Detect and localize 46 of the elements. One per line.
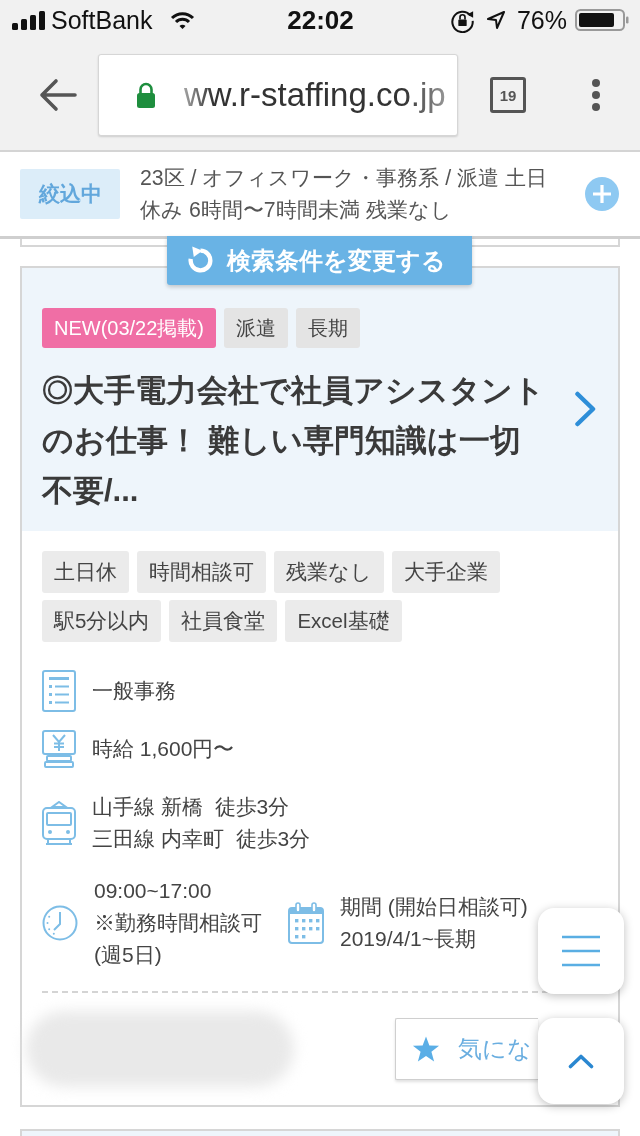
signal-icon	[12, 10, 45, 30]
caret-up-icon	[568, 1053, 594, 1069]
yen-icon	[42, 730, 76, 768]
feature-tag: 時間相談可	[137, 551, 266, 593]
feature-tag: 土日休	[42, 551, 129, 593]
lock-icon	[136, 82, 156, 108]
job-type-text: 一般事務	[92, 678, 176, 704]
feature-tag: 残業なし	[274, 551, 384, 593]
clock-time: 22:02	[287, 4, 354, 36]
calendar-icon	[288, 902, 324, 944]
access-line: 山手線 新橋 徒歩3分	[92, 794, 291, 820]
wage-text: 時給 1,600円〜	[92, 736, 235, 762]
period-line: 2019/4/1~長期	[340, 926, 477, 952]
hours-line: ※勤務時間相談可	[94, 910, 262, 936]
menu-icon	[561, 935, 601, 967]
add-icon[interactable]	[585, 177, 619, 211]
clock-icon	[42, 905, 78, 941]
hours-line: 09:00~17:00	[94, 878, 213, 904]
filter-chip: 絞込中	[20, 169, 120, 219]
battery-icon	[575, 9, 629, 31]
refresh-icon	[186, 246, 215, 275]
job-title: ◎大手電力会社で社員アシスタントのお仕事！ 難しい専門知識は一切不要/...	[42, 372, 546, 510]
menu-button[interactable]	[538, 908, 624, 994]
chevron-right-icon[interactable]	[574, 391, 597, 427]
new-badge: NEW(03/22掲載)	[42, 308, 217, 348]
wifi-icon	[170, 11, 196, 29]
location-icon	[486, 11, 505, 29]
category-badge: 派遣	[224, 308, 289, 348]
feature-tag: 大手企業	[392, 551, 500, 593]
feature-tag: 社員食堂	[169, 600, 278, 642]
carrier-name: SoftBank	[51, 5, 153, 35]
url-field[interactable]: ww.r-staffing.co.jp	[98, 54, 458, 136]
back-arrow-icon[interactable]	[37, 78, 77, 112]
more-icon[interactable]	[592, 79, 600, 111]
feature-tag: 駅5分以内	[42, 600, 162, 642]
star-icon	[412, 1035, 440, 1063]
list-icon	[42, 670, 76, 712]
access-line: 三田線 内幸町 徒歩3分	[92, 826, 311, 852]
feature-tag: Excel基礎	[285, 600, 402, 642]
period-line: 期間 (開始日相談可)	[340, 894, 528, 920]
category-badge: 長期	[296, 308, 361, 348]
tabs-button[interactable]: 19	[490, 77, 526, 113]
hours-line: (週5日)	[94, 942, 163, 968]
battery-percent: 76%	[516, 5, 567, 35]
train-icon	[42, 801, 76, 845]
filter-conditions: 23区 / オフィスワーク・事務系 / 派遣 土日休み 6時間〜7時間未満 残業なし	[140, 165, 549, 224]
